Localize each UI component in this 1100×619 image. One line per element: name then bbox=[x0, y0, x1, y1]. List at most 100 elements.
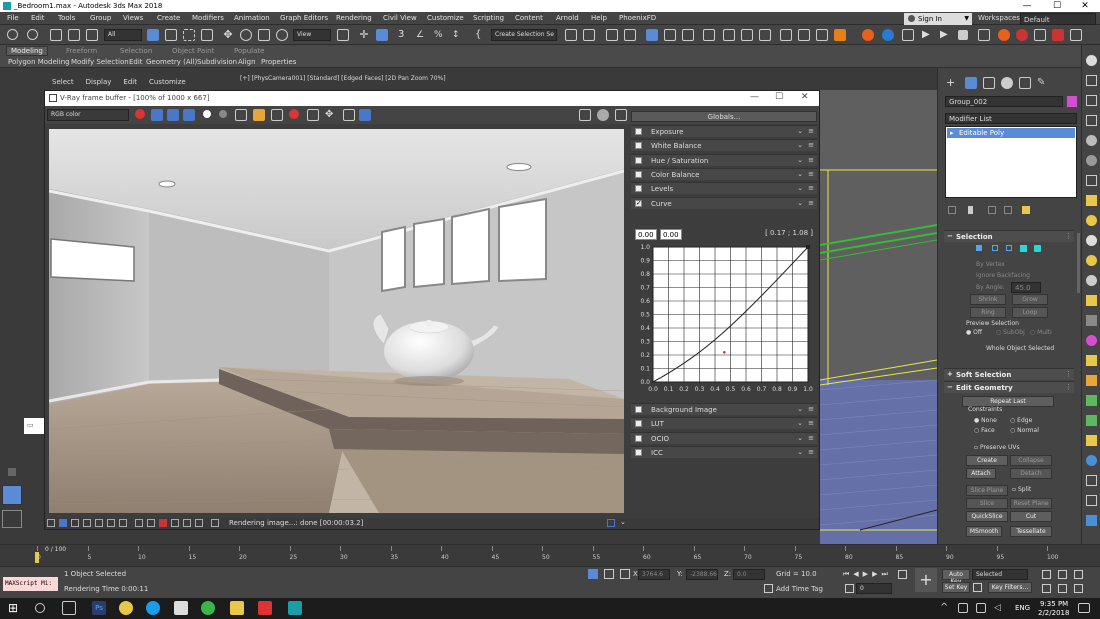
history-icon[interactable] bbox=[359, 109, 371, 121]
vp-menu-edit[interactable]: Edit bbox=[123, 78, 137, 86]
menu-civil-view[interactable]: Civil View bbox=[383, 14, 417, 22]
isolate-selection-icon[interactable] bbox=[604, 569, 614, 579]
skype-icon[interactable] bbox=[146, 601, 160, 615]
modify-tab-icon[interactable] bbox=[965, 77, 977, 89]
rotate-icon[interactable] bbox=[240, 29, 252, 41]
layer-row-hue-saturation[interactable]: Hue / Saturation ⌄ ≡ bbox=[631, 153, 817, 166]
track-mouse-icon[interactable]: ✥ bbox=[325, 109, 337, 121]
schematic-view-icon[interactable] bbox=[682, 29, 694, 41]
playback-controls[interactable]: ⏮◀▶▶⏭ bbox=[843, 570, 892, 579]
globals-button[interactable]: Globals... bbox=[631, 111, 817, 122]
vray-lights-icon[interactable] bbox=[798, 29, 810, 41]
ignore-backfacing-checkbox[interactable]: Ignore Backfacing bbox=[976, 272, 1030, 279]
motion-tab-icon[interactable] bbox=[1001, 77, 1013, 89]
tool-icon-2[interactable] bbox=[1086, 75, 1097, 86]
zoom-all-icon[interactable] bbox=[1058, 570, 1067, 579]
phoenix-fire-preset-icon[interactable] bbox=[998, 29, 1010, 41]
vfb-status-icon-7[interactable] bbox=[119, 519, 127, 527]
object-color-swatch[interactable] bbox=[1067, 96, 1077, 107]
ring-button[interactable]: Ring bbox=[970, 307, 1006, 318]
vfb-status-icon-13[interactable] bbox=[195, 519, 203, 527]
chevron-down-icon[interactable]: ⌄ bbox=[797, 141, 803, 149]
layer-checkbox[interactable] bbox=[635, 185, 642, 193]
selection-filter-dropdown[interactable]: All bbox=[104, 29, 142, 41]
angle-field[interactable]: 45.0 bbox=[1011, 282, 1041, 293]
keyboard-shortcut-override-icon[interactable] bbox=[376, 29, 388, 41]
vfb-status-icon-11[interactable] bbox=[171, 519, 179, 527]
red-channel-icon[interactable] bbox=[151, 109, 163, 121]
menu-create[interactable]: Create bbox=[157, 14, 180, 22]
preview-off-radio[interactable]: ● Off bbox=[966, 329, 982, 336]
ribbon-edit[interactable]: Edit bbox=[129, 58, 143, 66]
time-config-icon[interactable] bbox=[898, 570, 907, 579]
time-tag-icon[interactable] bbox=[764, 584, 773, 593]
close-button[interactable]: ✕ bbox=[1070, 0, 1100, 12]
chevron-down-icon[interactable]: ⌄ bbox=[797, 170, 803, 178]
reset-plane-button[interactable]: Reset Plane bbox=[1010, 498, 1052, 509]
chevron-down-icon[interactable]: ⌄ bbox=[797, 184, 803, 192]
constraint-edge-radio[interactable]: ○ Edge bbox=[1010, 417, 1032, 424]
ribbon-toggle-icon[interactable] bbox=[646, 29, 658, 41]
vfb-status-icon-10[interactable] bbox=[159, 519, 167, 527]
vfb-status-icon-8[interactable] bbox=[135, 519, 143, 527]
tray-up-icon[interactable]: ^ bbox=[940, 601, 954, 615]
selection-rollout-header[interactable]: − Selection ⋮ bbox=[944, 230, 1074, 242]
layer-checkbox[interactable] bbox=[635, 156, 642, 164]
tool-icon-11[interactable] bbox=[1086, 255, 1097, 266]
tool-icon-6[interactable] bbox=[1086, 155, 1097, 166]
utilities-tab-icon[interactable]: ✎ bbox=[1037, 77, 1049, 89]
slice-plane-button[interactable]: Slice Plane bbox=[966, 485, 1008, 496]
phoenix-resume-icon[interactable]: ▶ bbox=[940, 29, 952, 41]
alpha-channel-icon[interactable] bbox=[203, 110, 211, 118]
select-by-name-icon[interactable] bbox=[165, 29, 177, 41]
vfb-status-icon-9[interactable] bbox=[147, 519, 155, 527]
current-frame-field[interactable]: 0 bbox=[856, 583, 892, 594]
window-crossing-icon[interactable] bbox=[201, 29, 213, 41]
detach-button[interactable]: Detach bbox=[1010, 468, 1052, 479]
vp-menu-display[interactable]: Display bbox=[86, 78, 112, 86]
chevron-down-icon[interactable]: ⌄ bbox=[797, 419, 803, 427]
layer-row-curve[interactable]: ✓ Curve ⌄ ≡ bbox=[631, 196, 817, 209]
load-image-icon[interactable] bbox=[253, 109, 265, 121]
rendered-frame-window-icon[interactable] bbox=[741, 29, 753, 41]
vfb-status-icon-12[interactable] bbox=[183, 519, 191, 527]
select-manipulate-icon[interactable]: ✛ bbox=[358, 29, 370, 41]
srgb-icon[interactable] bbox=[615, 109, 627, 121]
layer-row-exposure[interactable]: Exposure ⌄ ≡ bbox=[631, 125, 817, 137]
phoenix-tool-icon[interactable] bbox=[1034, 29, 1046, 41]
menu-icon[interactable]: ≡ bbox=[808, 405, 814, 413]
viewport-label[interactable]: [+] [PhysCamera001] [Standard] [Edged Fa… bbox=[240, 75, 446, 82]
tab-modeling[interactable]: Modeling bbox=[6, 46, 48, 56]
tool-icon-15[interactable] bbox=[1086, 335, 1097, 346]
sign-in-button[interactable]: Sign In ▼ bbox=[904, 13, 972, 25]
add-time-tag[interactable]: Add Time Tag bbox=[776, 585, 823, 593]
stack-item-editable-poly[interactable]: ▸ Editable Poly bbox=[947, 128, 1075, 138]
layer-row-color-balance[interactable]: Color Balance ⌄ ≡ bbox=[631, 167, 817, 180]
menu-animation[interactable]: Animation bbox=[234, 14, 270, 22]
vray-render-icon[interactable] bbox=[834, 29, 846, 41]
modifier-list-dropdown[interactable]: Modifier List bbox=[945, 113, 1077, 124]
viewport-layout-icon[interactable] bbox=[2, 485, 22, 505]
minimize-button[interactable]: — bbox=[1012, 0, 1042, 12]
constraint-none-radio[interactable]: ● None bbox=[974, 417, 997, 424]
collapse-arrow-icon[interactable] bbox=[8, 468, 16, 476]
start-icon[interactable]: ⊞ bbox=[8, 601, 22, 615]
chevron-down-icon[interactable]: ⌄ bbox=[797, 434, 803, 442]
key-filters-button[interactable]: Key Filters... bbox=[988, 582, 1032, 593]
hierarchy-tab-icon[interactable] bbox=[983, 77, 995, 89]
by-vertex-checkbox[interactable]: By Vertex bbox=[976, 261, 1005, 268]
remove-modifier-icon[interactable] bbox=[1004, 206, 1012, 214]
menu-icon[interactable]: ≡ bbox=[808, 184, 814, 192]
tool-icon-3[interactable] bbox=[1086, 95, 1097, 106]
edit-named-selection-icon[interactable]: { bbox=[475, 29, 487, 41]
input-language[interactable]: ENG bbox=[1015, 604, 1030, 612]
expand-icon[interactable]: ▸ bbox=[950, 129, 954, 137]
menu-modifiers[interactable]: Modifiers bbox=[192, 14, 224, 22]
tray-network-icon[interactable] bbox=[976, 603, 986, 613]
configure-sets-icon[interactable] bbox=[1022, 206, 1030, 214]
menu-icon[interactable]: ≡ bbox=[808, 170, 814, 178]
region-render-icon[interactable] bbox=[307, 109, 319, 121]
vray-icon[interactable] bbox=[780, 29, 792, 41]
tool-icon-7[interactable] bbox=[1086, 175, 1097, 186]
tessellate-button[interactable]: Tessellate bbox=[1010, 526, 1052, 537]
